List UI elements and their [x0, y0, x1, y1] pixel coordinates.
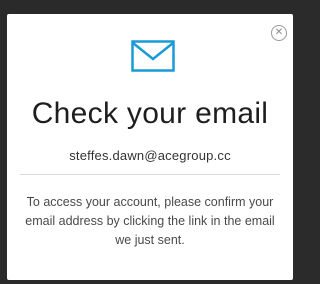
user-email: steffes.dawn@acegroup.cc [69, 148, 231, 163]
dialog-title: Check your email [31, 97, 269, 130]
envelope-icon [131, 40, 175, 72]
check-email-dialog: ✕ Check your email steffes.dawn@acegroup… [7, 14, 293, 280]
confirmation-message: To access your account, please confirm y… [25, 195, 275, 247]
close-icon[interactable]: ✕ [271, 25, 287, 41]
divider [20, 174, 280, 175]
